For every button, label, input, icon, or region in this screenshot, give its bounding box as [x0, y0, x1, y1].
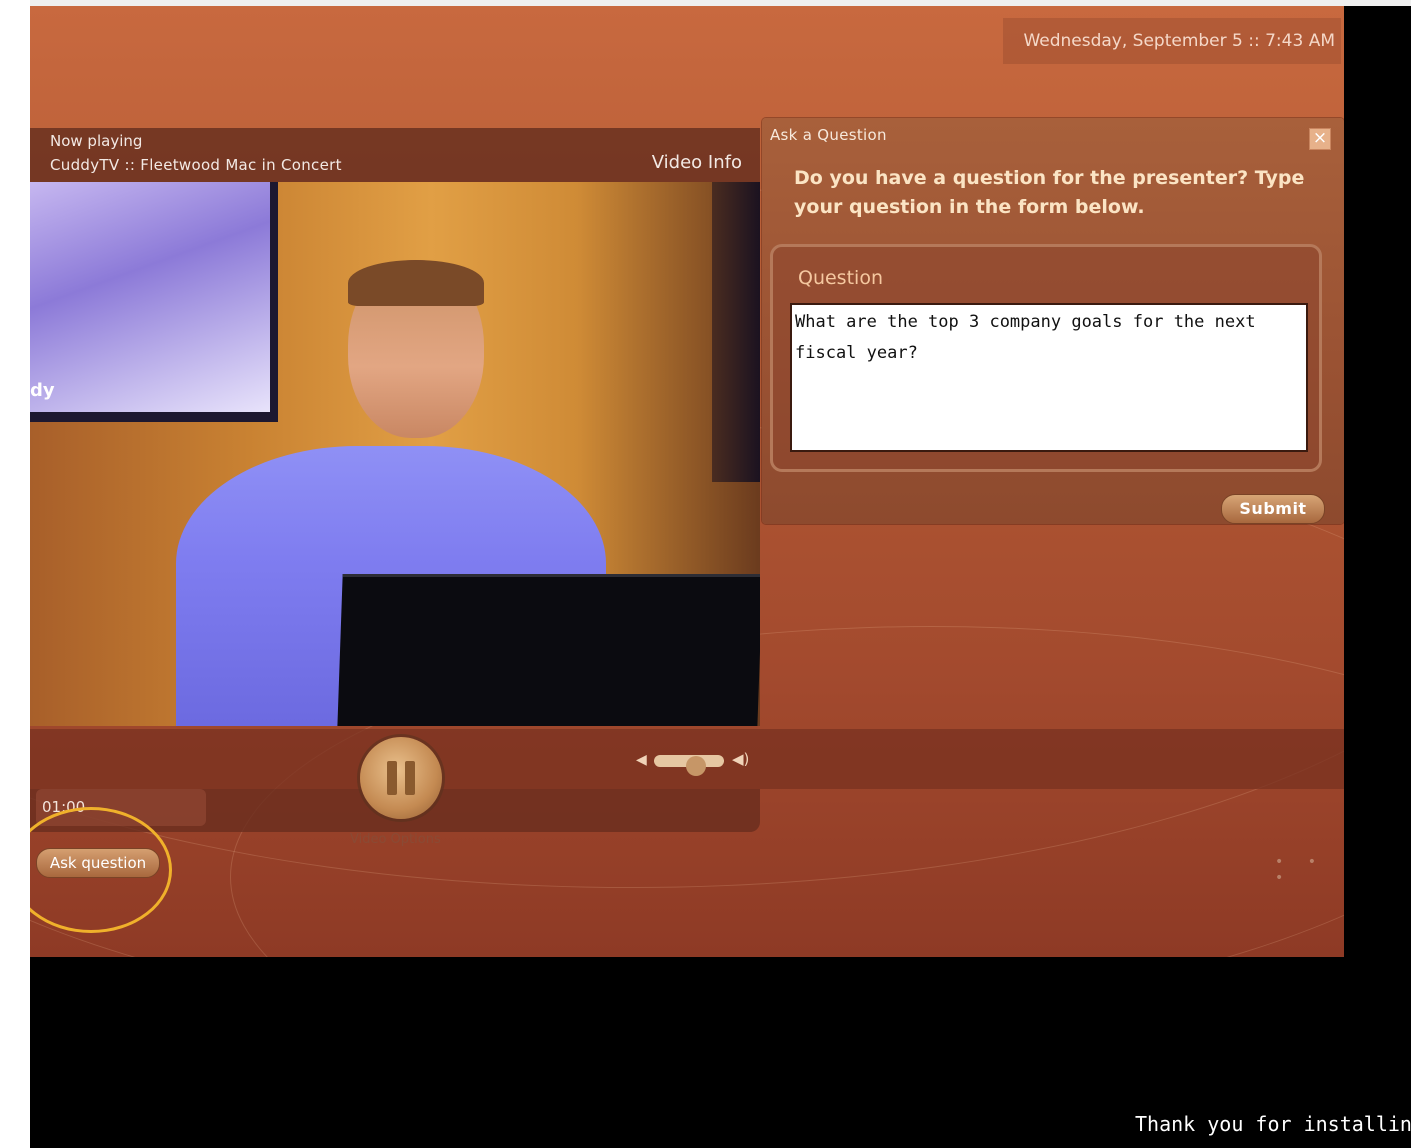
- now-playing-title: CuddyTV :: Fleetwood Mac in Concert: [50, 156, 342, 174]
- video-laptop: [337, 574, 760, 726]
- video-header: Now playing CuddyTV :: Fleetwood Mac in …: [30, 128, 760, 182]
- close-icon[interactable]: ×: [1309, 128, 1331, 150]
- question-input[interactable]: What are the top 3 company goals for the…: [790, 303, 1308, 452]
- video-frame[interactable]: dy: [30, 182, 760, 726]
- media-player-app: Wednesday, September 5 :: 7:43 AM Now pl…: [30, 6, 1344, 957]
- video-tv-logo-text: dy: [30, 380, 55, 401]
- volume-slider[interactable]: ◀ ◀): [636, 750, 754, 776]
- volume-high-icon[interactable]: ◀): [732, 750, 749, 768]
- datetime-display: Wednesday, September 5 :: 7:43 AM: [1003, 18, 1341, 64]
- volume-low-icon[interactable]: ◀: [636, 752, 647, 768]
- video-options-label[interactable]: Video Options: [350, 832, 441, 847]
- video-info-link[interactable]: Video Info: [652, 152, 742, 173]
- now-playing-label: Now playing: [50, 132, 143, 150]
- volume-track[interactable]: [654, 755, 724, 776]
- question-form-label: Question: [798, 267, 883, 289]
- question-form: Question What are the top 3 company goal…: [770, 244, 1322, 472]
- video-presenter-hair: [348, 260, 484, 306]
- submit-button[interactable]: Submit: [1221, 494, 1325, 524]
- ask-panel-title: Ask a Question: [770, 126, 887, 144]
- video-background-tv: dy: [30, 182, 278, 422]
- video-tv-screen: [30, 182, 270, 412]
- video-background-door: [712, 182, 760, 482]
- volume-knob[interactable]: [686, 756, 706, 776]
- left-margin: [0, 0, 30, 1148]
- ask-panel-prompt: Do you have a question for the presenter…: [794, 167, 1305, 218]
- status-text: Thank you for installing: [1135, 1112, 1411, 1136]
- ask-question-panel: Ask a Question × Do you have a question …: [762, 118, 1344, 524]
- pause-button[interactable]: [360, 737, 442, 819]
- pager-dots[interactable]: • • •: [1275, 854, 1344, 886]
- pause-icon: [387, 761, 397, 795]
- pause-icon-bar: [405, 761, 415, 795]
